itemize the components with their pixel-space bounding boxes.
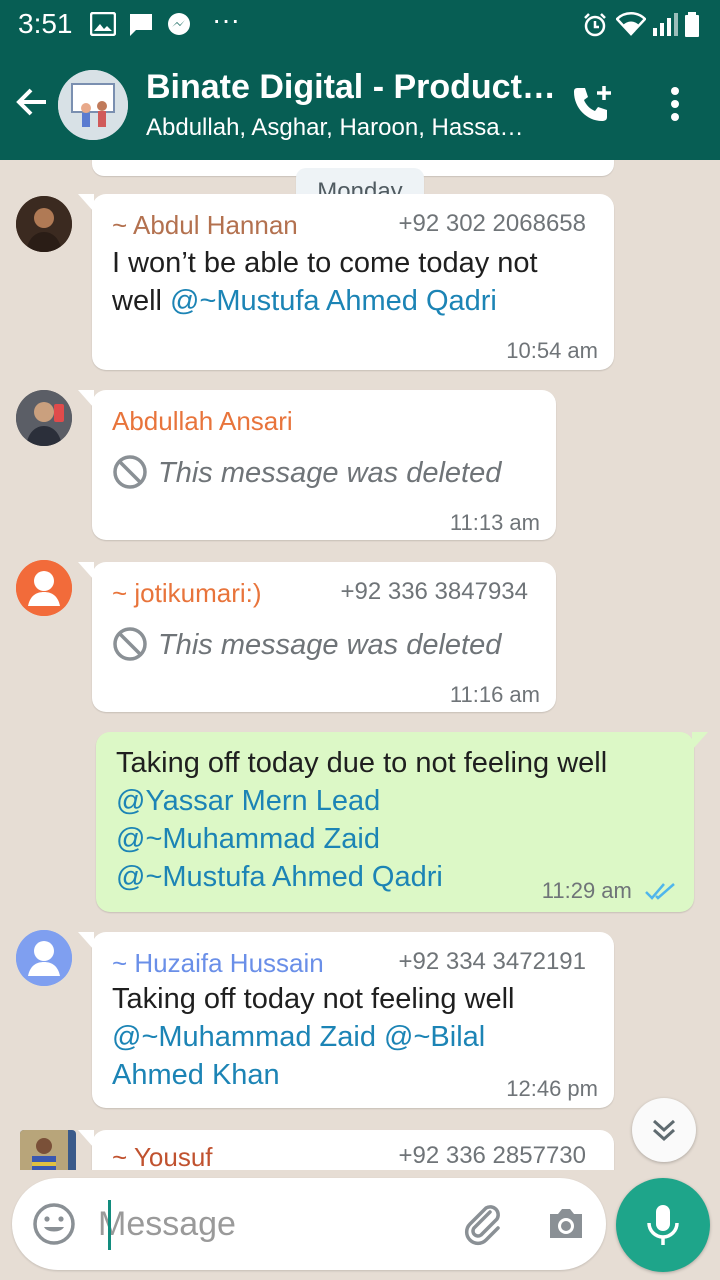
avatar[interactable] [16,560,72,616]
deleted-text: This message was deleted [158,457,502,489]
message-text: I won’t be able to come today not well @… [112,244,592,320]
message-body: Taking off today due to not feeling well [116,747,608,779]
more-options-icon[interactable] [668,86,682,127]
avatar[interactable] [16,196,72,252]
avatar[interactable] [16,390,72,446]
deleted-message: This message was deleted [112,454,501,490]
sender-name[interactable]: ~ Huzaifa Hussain [112,948,324,979]
deleted-message: This message was deleted [112,626,501,662]
message-time: 11:29 am [541,878,632,903]
message-time: 11:16 am [449,682,540,707]
message-body: Taking off today not feeling well [112,983,515,1015]
camera-icon[interactable] [544,1202,588,1251]
status-bar: 3:51 ··· [0,0,720,48]
sender-name[interactable]: Abdullah Ansari [112,406,293,437]
blocked-icon [113,455,147,489]
read-receipt-icon [645,883,675,900]
messenger-icon [166,12,192,43]
group-members[interactable]: Abdullah, Asghar, Haroon, Hassa… [146,114,524,142]
more-notifications-icon: ··· [212,4,240,35]
wifi-icon [615,12,647,41]
message-text: Taking off today due to not feeling well… [116,744,686,896]
status-time: 3:51 [18,8,73,39]
signal-icon [652,12,678,41]
sender-phone: +92 336 3847934 [340,578,528,605]
sender-phone: +92 334 3472191 [398,948,586,975]
emoji-icon[interactable] [32,1202,76,1251]
message-bubble[interactable]: ~ jotikumari:) +92 336 3847934 This mess… [78,562,556,712]
chat-area[interactable]: Monday ~ Abdul Hannan +92 302 2068658 I … [0,160,720,1170]
sender-name[interactable]: ~ Abdul Hannan [112,210,298,241]
message-time: 12:46 pm [506,1076,598,1101]
message-time: 11:13 am [449,510,540,535]
top-bar: 3:51 ··· Binate Digital - Product… Abdul… [0,0,720,160]
message-meta: 11:29 am [542,878,678,904]
attach-icon[interactable] [460,1202,504,1251]
avatar[interactable] [16,930,72,986]
text-cursor [108,1200,111,1250]
message-notification-icon [128,12,154,43]
back-arrow-icon[interactable] [14,84,50,125]
group-title[interactable]: Binate Digital - Product… [146,68,556,107]
scroll-to-bottom-button[interactable] [632,1098,696,1162]
message-composer [12,1178,606,1270]
mention-link[interactable]: @Yassar Mern Lead [116,782,686,820]
app-bar: Binate Digital - Product… Abdullah, Asgh… [0,48,720,160]
message-bubble[interactable]: ~ Yousuf +92 336 2857730 [78,1130,614,1170]
add-call-icon[interactable] [570,84,614,131]
sender-name[interactable]: ~ jotikumari:) [112,578,262,609]
group-avatar[interactable] [58,70,128,140]
mention-link[interactable]: @~Muhammad Zaid [112,1021,376,1053]
message-input[interactable] [98,1198,428,1250]
message-bubble[interactable]: ~ Abdul Hannan +92 302 2068658 I won’t b… [78,194,614,370]
microphone-icon [647,1205,679,1245]
deleted-text: This message was deleted [158,629,502,661]
blocked-icon [113,627,147,661]
alarm-icon [582,12,608,43]
mention-link[interactable]: @~Mustufa Ahmed Qadri [170,285,497,317]
message-bubble[interactable]: ~ Huzaifa Hussain +92 334 3472191 Taking… [78,932,614,1108]
outgoing-message-bubble[interactable]: Taking off today due to not feeling well… [96,732,708,912]
sender-phone: +92 336 2857730 [398,1142,586,1169]
mention-link[interactable]: @~Muhammad Zaid [116,820,686,858]
sender-phone: +92 302 2068658 [398,210,586,237]
mention-link[interactable]: @~Bilal [384,1021,485,1053]
avatar[interactable] [20,1130,76,1170]
voice-message-button[interactable] [616,1178,710,1272]
sender-name[interactable]: ~ Yousuf [112,1142,213,1170]
chevron-down-icon [652,1119,676,1142]
gallery-icon [89,11,117,41]
message-time: 10:54 am [506,338,598,363]
message-bubble[interactable]: Abdullah Ansari This message was deleted… [78,390,556,540]
battery-icon [684,12,700,43]
